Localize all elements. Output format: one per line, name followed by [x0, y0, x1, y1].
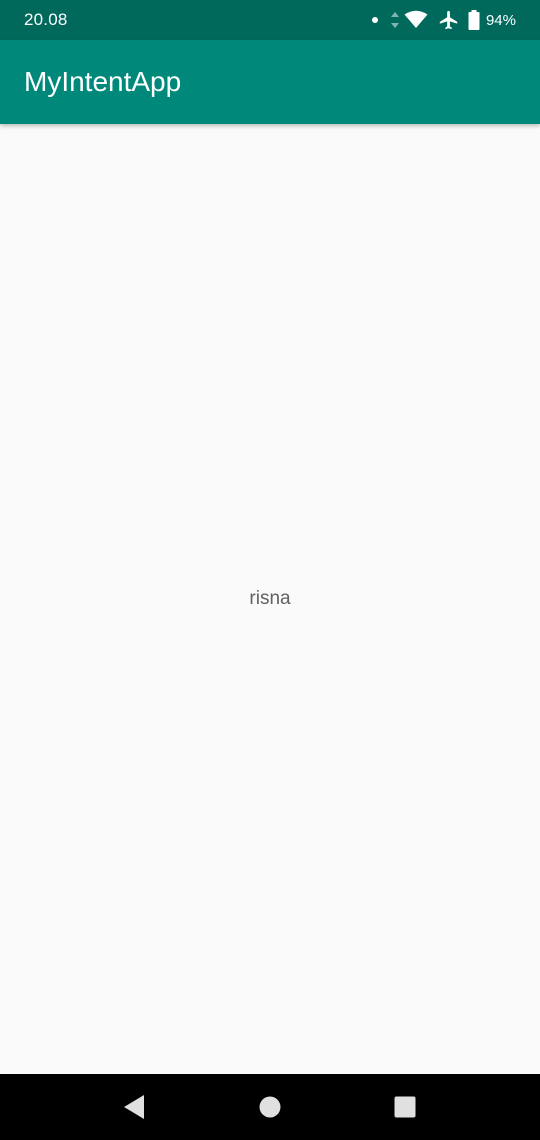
status-bar: 20.08 94% — [0, 0, 540, 40]
airplane-mode-icon — [439, 10, 458, 30]
data-arrows-icon — [390, 12, 399, 28]
battery-icon — [468, 10, 480, 30]
received-text: risna — [249, 588, 291, 609]
recents-icon — [394, 1096, 416, 1118]
back-button[interactable] — [114, 1087, 154, 1127]
notification-dot-icon — [371, 17, 378, 23]
main-content: risna — [0, 124, 540, 1074]
battery-percent: 94% — [485, 11, 516, 29]
status-time: 20.08 — [24, 10, 68, 29]
app-bar: MyIntentApp — [0, 40, 540, 124]
app-title: MyIntentApp — [24, 66, 182, 97]
wifi-icon — [404, 10, 428, 28]
recents-button[interactable] — [385, 1087, 425, 1127]
navigation-bar — [0, 1074, 540, 1140]
status-icons: 94% — [371, 9, 516, 31]
back-icon — [124, 1095, 144, 1119]
home-icon — [259, 1096, 281, 1118]
app-screen: 20.08 94% MyIntentApp risna — [0, 0, 540, 1140]
home-button[interactable] — [250, 1087, 290, 1127]
